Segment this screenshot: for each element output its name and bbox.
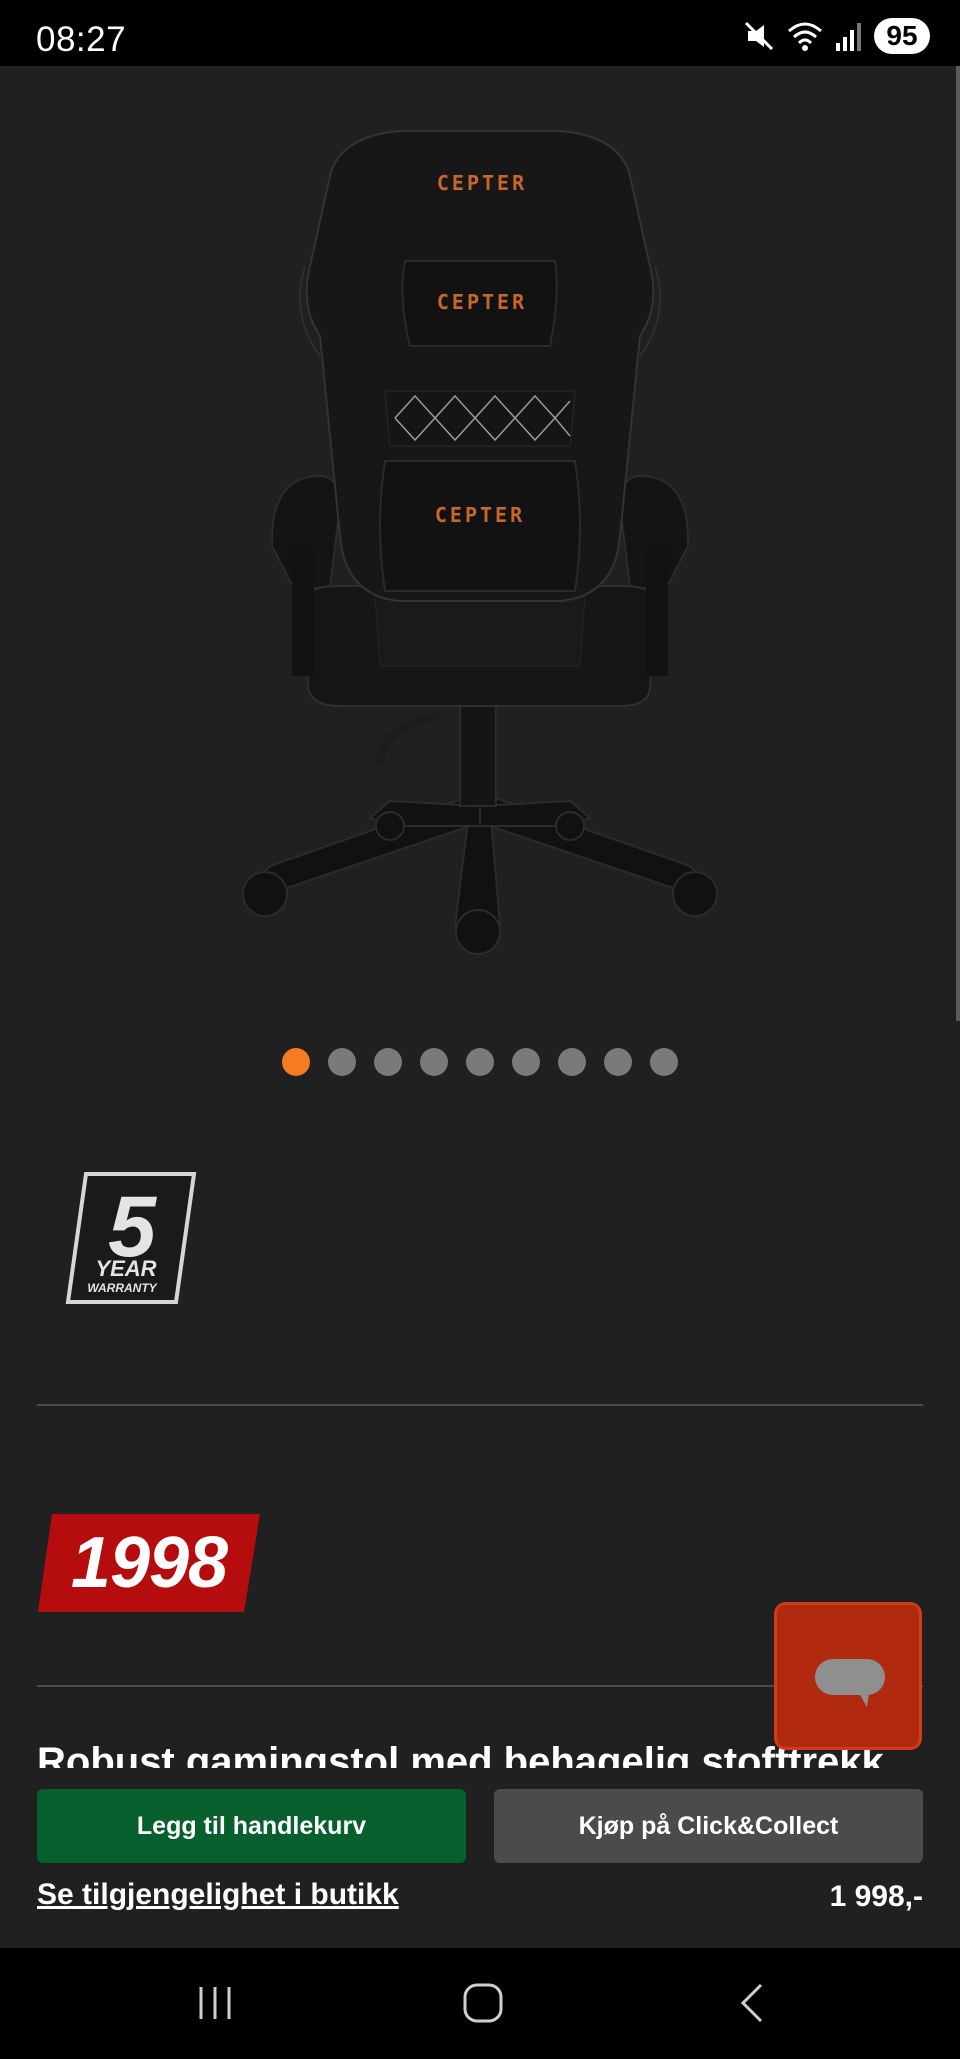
- svg-text:YEAR: YEAR: [95, 1256, 156, 1281]
- add-to-cart-button[interactable]: Legg til handlekurv: [37, 1789, 466, 1863]
- carousel-dot[interactable]: [604, 1048, 632, 1076]
- navigation-bar: [0, 1948, 960, 2059]
- carousel-dot[interactable]: [558, 1048, 586, 1076]
- home-icon[interactable]: [453, 1973, 513, 2033]
- price-badge: 1998: [38, 1514, 260, 1612]
- svg-text:CEPTER: CEPTER: [437, 290, 527, 314]
- recent-apps-icon[interactable]: [185, 1973, 245, 2033]
- carousel-dot[interactable]: [512, 1048, 540, 1076]
- status-bar: 08:27 95: [0, 0, 960, 66]
- action-bar: Legg til handlekurv Kjøp på Click&Collec…: [0, 1768, 960, 1948]
- chat-button[interactable]: [774, 1602, 922, 1750]
- price-text: 1 998,-: [829, 1880, 923, 1913]
- carousel-dot[interactable]: [420, 1048, 448, 1076]
- mute-icon: [744, 21, 774, 51]
- svg-text:CEPTER: CEPTER: [437, 171, 527, 195]
- status-icons: 95: [742, 18, 930, 54]
- carousel-dot[interactable]: [328, 1048, 356, 1076]
- gaming-chair-image: CEPTER CEPTER CEPTER: [242, 130, 718, 955]
- divider: [37, 1404, 923, 1406]
- battery-indicator: 95: [874, 18, 930, 54]
- svg-text:WARRANTY: WARRANTY: [87, 1281, 157, 1295]
- wifi-icon: [788, 22, 822, 51]
- status-time: 08:27: [36, 20, 127, 59]
- carousel-dot[interactable]: [374, 1048, 402, 1076]
- carousel-dots: [0, 1048, 960, 1076]
- signal-icon: [836, 23, 861, 51]
- price-badge-value: 1998: [70, 1523, 228, 1603]
- back-icon[interactable]: [723, 1973, 783, 2033]
- click-collect-button[interactable]: Kjøp på Click&Collect: [494, 1789, 923, 1863]
- svg-text:CEPTER: CEPTER: [435, 503, 525, 527]
- store-availability-link[interactable]: Se tilgjengelighet i butikk: [37, 1878, 399, 1912]
- product-image[interactable]: CEPTER CEPTER CEPTER: [0, 66, 960, 1026]
- carousel-dot[interactable]: [650, 1048, 678, 1076]
- chat-bubble-icon: [815, 1659, 885, 1707]
- carousel-dot[interactable]: [466, 1048, 494, 1076]
- warranty-badge: 5 YEAR WARRANTY: [64, 1170, 198, 1306]
- carousel-dot[interactable]: [282, 1048, 310, 1076]
